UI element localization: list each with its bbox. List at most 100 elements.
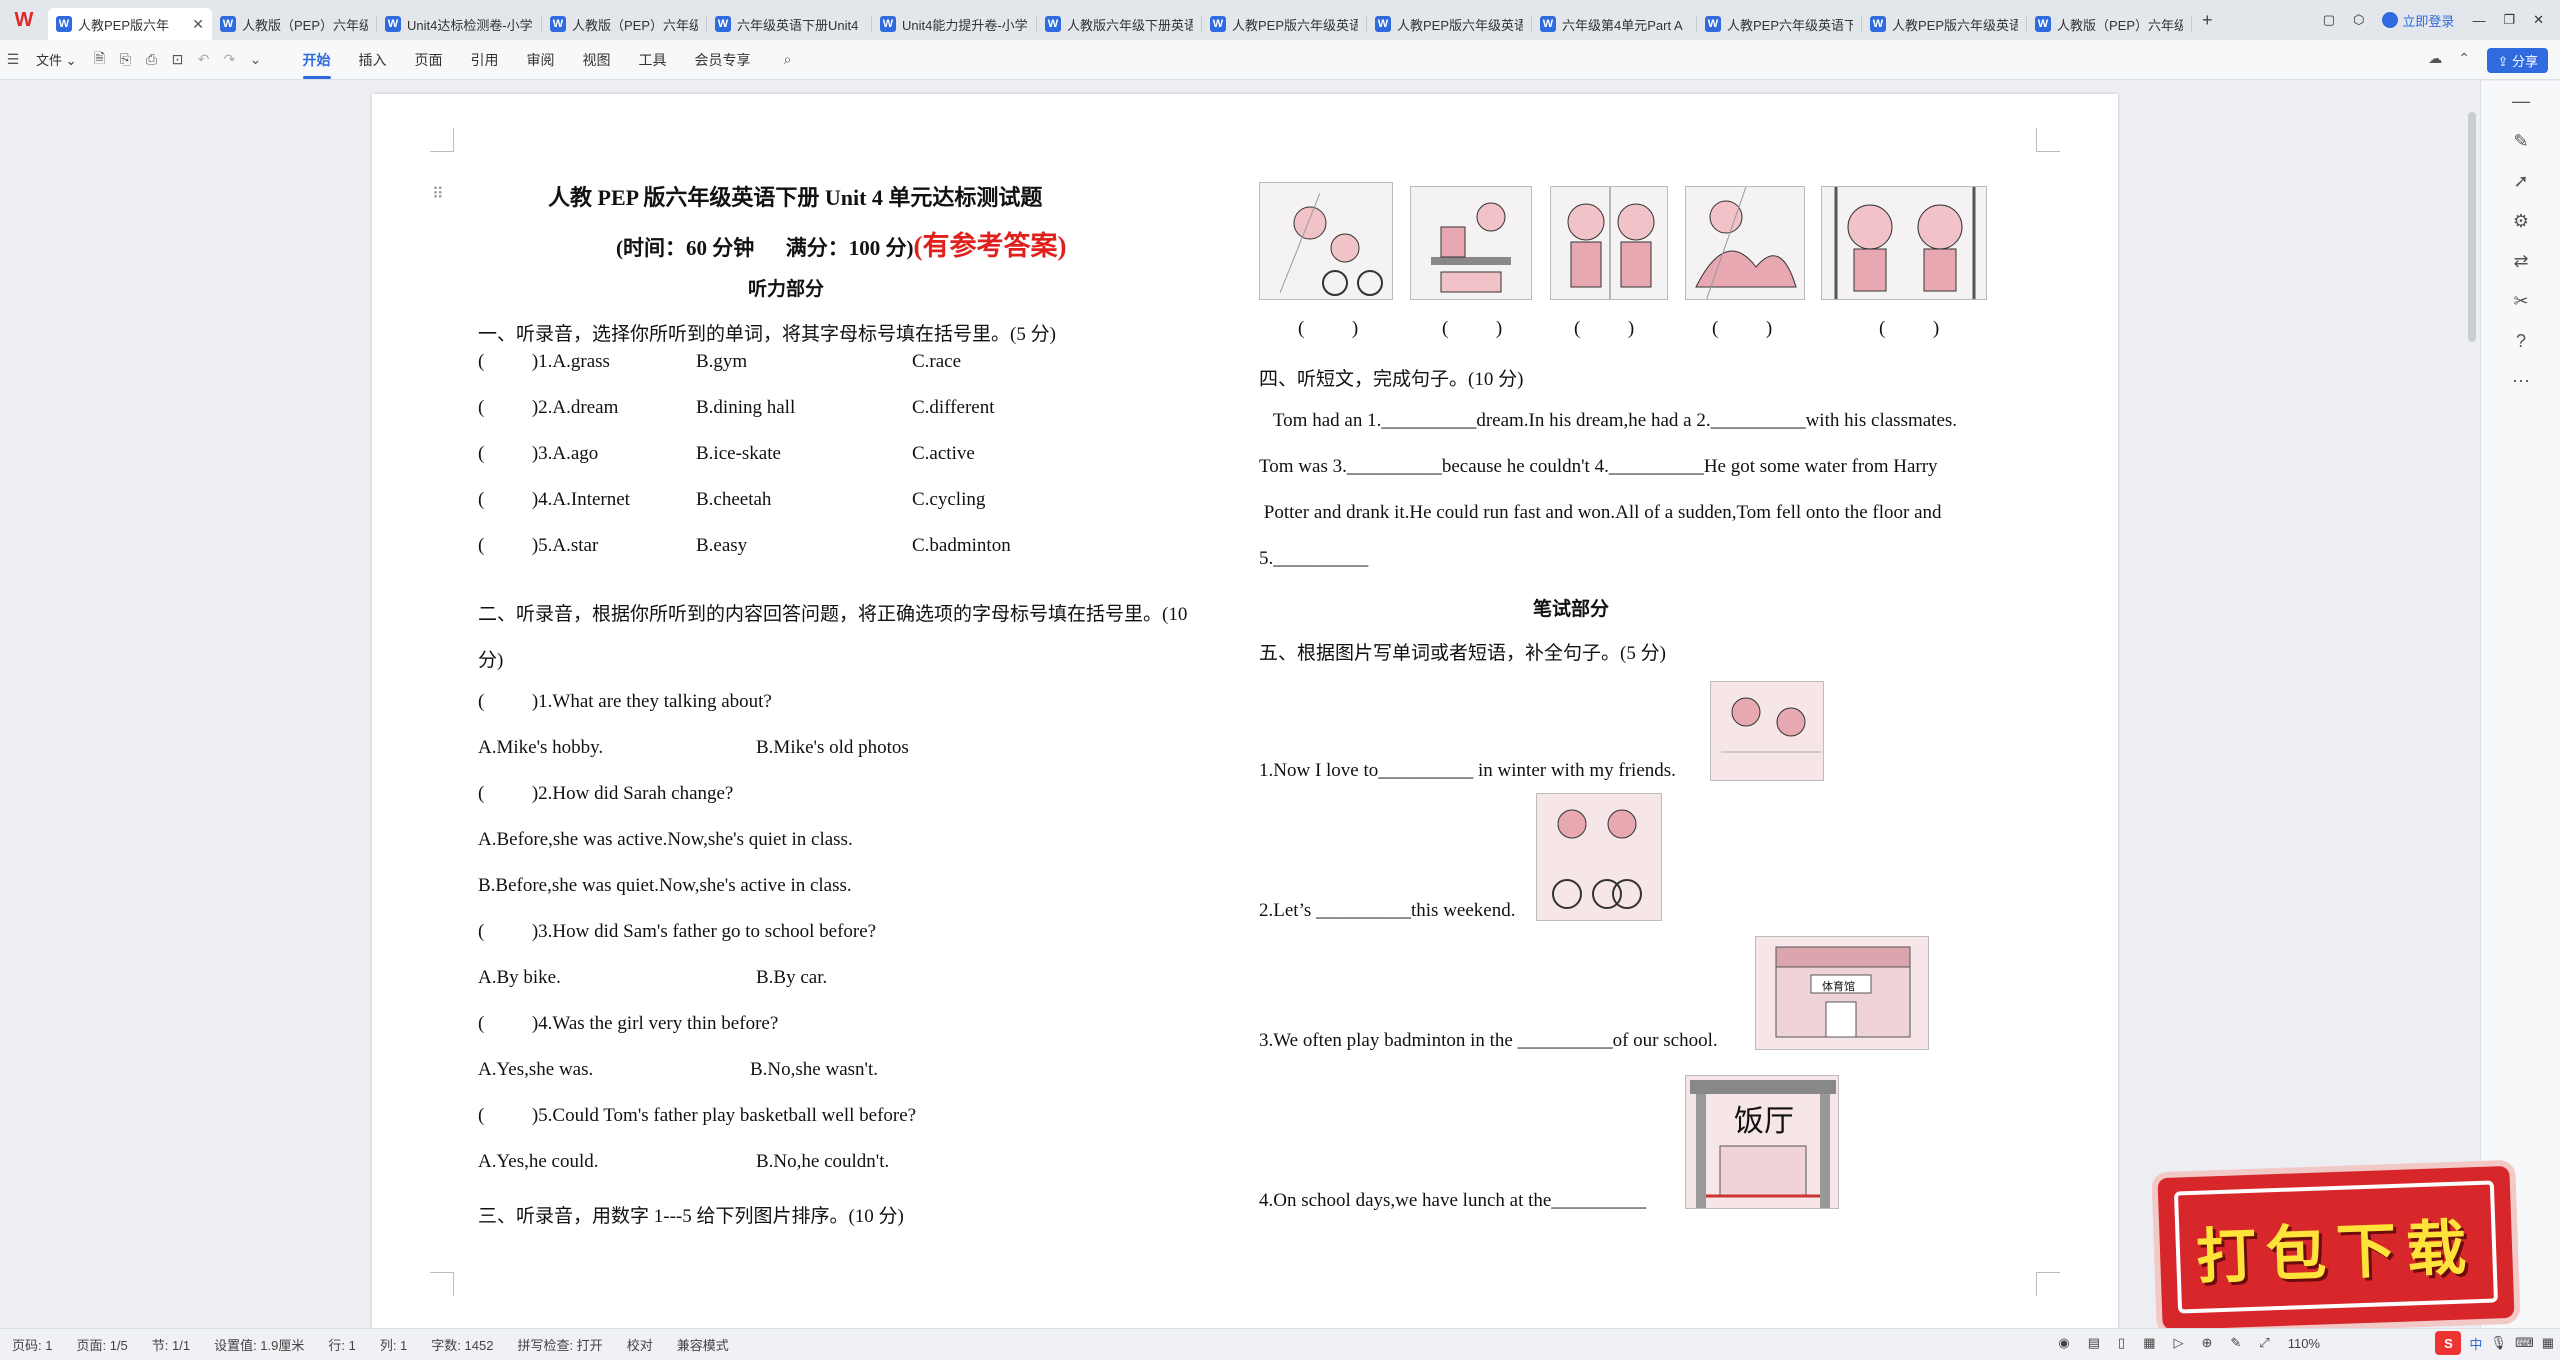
more-icon[interactable]: ⋯ <box>2481 361 2560 401</box>
menu-tab[interactable]: 会员专享 <box>681 50 765 70</box>
q1-item-c: C.cycling <box>912 489 986 510</box>
q5-item-1: 1.Now I love to__________ in winter with… <box>1259 760 1676 781</box>
status-right: ◉ ▤ ▯ ▦ ▷ ⊕ ✎ ⤢ 110% <box>2058 1335 2320 1351</box>
play-icon[interactable]: ▷ <box>2173 1335 2183 1351</box>
doc-subtitle: (时间：60 分钟 满分：100 分)(有参考答案) <box>616 224 1066 263</box>
close-tab-icon[interactable]: ✕ <box>192 16 204 33</box>
wps-logo-icon[interactable]: W <box>0 0 48 40</box>
tab-document[interactable]: W 人教版（PEP）六年级 <box>542 8 706 40</box>
document-page[interactable]: ⠿ 人教 PEP 版六年级英语下册 Unit 4 单元达标测试题 (时间：60 … <box>372 94 2118 1328</box>
tab-document[interactable]: W 人教PEP版六年 ✕ <box>48 8 212 40</box>
layout-icon[interactable]: ▤ <box>2088 1335 2100 1351</box>
cloud-icon[interactable]: ☁ <box>2428 50 2442 67</box>
redo-icon[interactable]: ↷ <box>217 51 243 68</box>
section-listening: 听力部分 <box>748 279 825 300</box>
q1-item-b: B.gym <box>696 351 748 372</box>
search-icon[interactable]: ⌕ <box>775 51 801 68</box>
wps-doc-icon: W <box>715 16 731 32</box>
keyboard-icon[interactable]: ⌨ <box>2515 1335 2534 1351</box>
collapse-icon[interactable]: — <box>2481 81 2560 121</box>
status-item[interactable]: 节: 1/1 <box>140 1335 202 1354</box>
download-badge[interactable]: 打包下载 <box>2157 1165 2515 1331</box>
pencil-icon[interactable]: ✎ <box>2230 1335 2241 1351</box>
share-button[interactable]: ⇪ 分享 <box>2487 48 2548 73</box>
mic-icon[interactable]: 🎙 <box>2490 1335 2507 1351</box>
vertical-scrollbar[interactable] <box>2468 112 2476 342</box>
status-item[interactable]: 字数: 1452 <box>419 1335 505 1354</box>
ime-logo-icon[interactable]: S <box>2435 1331 2462 1355</box>
pen-icon[interactable]: ✎ <box>2481 121 2560 161</box>
file-menu[interactable]: 文件 ⌄ <box>26 50 87 69</box>
tab-document[interactable]: W 六年级第4单元Part A <box>1532 8 1696 40</box>
status-item[interactable]: 拼写检查: 打开 <box>505 1335 614 1354</box>
tab-document[interactable]: W 人教版（PEP）六年级 <box>2027 8 2191 40</box>
menu-tab[interactable]: 开始 <box>289 50 345 79</box>
tab-document[interactable]: W 人教PEP六年级英语下 <box>1697 8 1861 40</box>
q3-answer-bracket: ( ) <box>1712 318 1773 339</box>
q3-heading: 三、听录音，用数字 1---5 给下列图片排序。(10 分) <box>478 1206 904 1227</box>
menu-tab[interactable]: 引用 <box>457 50 513 70</box>
menu-tab[interactable]: 审阅 <box>513 50 569 70</box>
save-icon[interactable]: 🗎 <box>87 48 113 72</box>
eye-icon[interactable]: ◉ <box>2058 1335 2069 1351</box>
window-icon[interactable]: ▢ <box>2323 12 2335 28</box>
q4-heading: 四、听短文，完成句子。(10 分) <box>1259 369 1524 390</box>
page-view-icon[interactable]: ▯ <box>2118 1335 2125 1351</box>
split-icon[interactable]: ▦ <box>2143 1335 2155 1351</box>
menu-tab[interactable]: 页面 <box>401 50 457 70</box>
tab-document[interactable]: W 人教PEP版六年级英语 <box>1862 8 2026 40</box>
skin-icon[interactable]: ▦ <box>2542 1335 2554 1351</box>
picture-4 <box>1685 186 1805 300</box>
cube-icon[interactable]: ⬡ <box>2353 12 2364 28</box>
status-item[interactable]: 列: 1 <box>368 1335 419 1354</box>
status-item[interactable]: 页码: 1 <box>0 1335 64 1354</box>
menu-tab[interactable]: 工具 <box>625 50 681 70</box>
crop-mark <box>2036 128 2060 152</box>
wps-doc-icon: W <box>1705 16 1721 32</box>
minimize-icon[interactable]: — <box>2472 13 2485 28</box>
crop-mark <box>2036 1272 2060 1296</box>
undo-icon[interactable]: ↶ <box>191 51 217 68</box>
tab-document[interactable]: W 人教版六年级下册英语 <box>1037 8 1201 40</box>
tab-document[interactable]: W 人教版（PEP）六年级 <box>212 8 376 40</box>
help-icon[interactable]: ? <box>2481 321 2560 361</box>
q1-heading: 一、听录音，选择你所听到的单词，将其字母标号填在括号里。(5 分) <box>478 324 1056 345</box>
tab-label: 人教版六年级下册英语 <box>1067 17 1193 33</box>
zoom-level[interactable]: 110% <box>2288 1336 2320 1351</box>
drag-handle-icon[interactable]: ⠿ <box>432 184 444 204</box>
more-icon[interactable]: ⌄ <box>243 51 269 68</box>
tools-icon[interactable]: ✂ <box>2481 281 2560 321</box>
menu-tab[interactable]: 插入 <box>345 50 401 70</box>
fit-icon[interactable]: ⤢ <box>2259 1335 2269 1351</box>
globe-icon[interactable]: ⊕ <box>2201 1335 2212 1351</box>
hamburger-icon[interactable]: ☰ <box>0 51 26 68</box>
tab-label: 人教PEP六年级英语下 <box>1727 17 1853 33</box>
preview-icon[interactable]: ⊡ <box>165 51 191 68</box>
close-icon[interactable]: ✕ <box>2533 12 2544 28</box>
menu-tab[interactable]: 视图 <box>569 50 625 70</box>
tab-document[interactable]: W 人教PEP版六年级英语 <box>1367 8 1531 40</box>
settings-icon[interactable]: ⚙ <box>2481 201 2560 241</box>
q4-line: Potter and drank it.He could run fast an… <box>1259 502 1942 523</box>
tab-document[interactable]: W 人教PEP版六年级英语 <box>1202 8 1366 40</box>
status-item[interactable]: 兼容模式 <box>665 1335 741 1354</box>
status-item[interactable]: 校对 <box>615 1335 665 1354</box>
tab-document[interactable]: W Unit4达标检测卷-小学 <box>377 8 541 40</box>
tab-document[interactable]: W 六年级英语下册Unit4 <box>707 8 871 40</box>
new-tab-button[interactable]: + <box>2192 0 2223 40</box>
export-icon[interactable]: ⎘ <box>113 51 139 68</box>
status-item[interactable]: 页面: 1/5 <box>64 1335 139 1354</box>
chevron-up-icon[interactable]: ⌃ <box>2458 50 2470 67</box>
print-icon[interactable]: ⎙ <box>139 51 165 68</box>
cursor-icon[interactable]: ➚ <box>2481 161 2560 201</box>
status-item[interactable]: 行: 1 <box>316 1335 367 1354</box>
ime-lang[interactable]: 中 <box>2469 1334 2482 1353</box>
q2-line: B.No,she wasn't. <box>750 1059 878 1080</box>
q3-answer-bracket: ( ) <box>1442 318 1503 339</box>
q2-line: B.Mike's old photos <box>756 737 909 758</box>
restore-icon[interactable]: ❐ <box>2503 12 2515 28</box>
tab-document[interactable]: W Unit4能力提升卷-小学 <box>872 8 1036 40</box>
login-link[interactable]: 立即登录 <box>2382 11 2454 30</box>
share-icon[interactable]: ⇄ <box>2481 241 2560 281</box>
status-item[interactable]: 设置值: 1.9厘米 <box>202 1335 316 1354</box>
